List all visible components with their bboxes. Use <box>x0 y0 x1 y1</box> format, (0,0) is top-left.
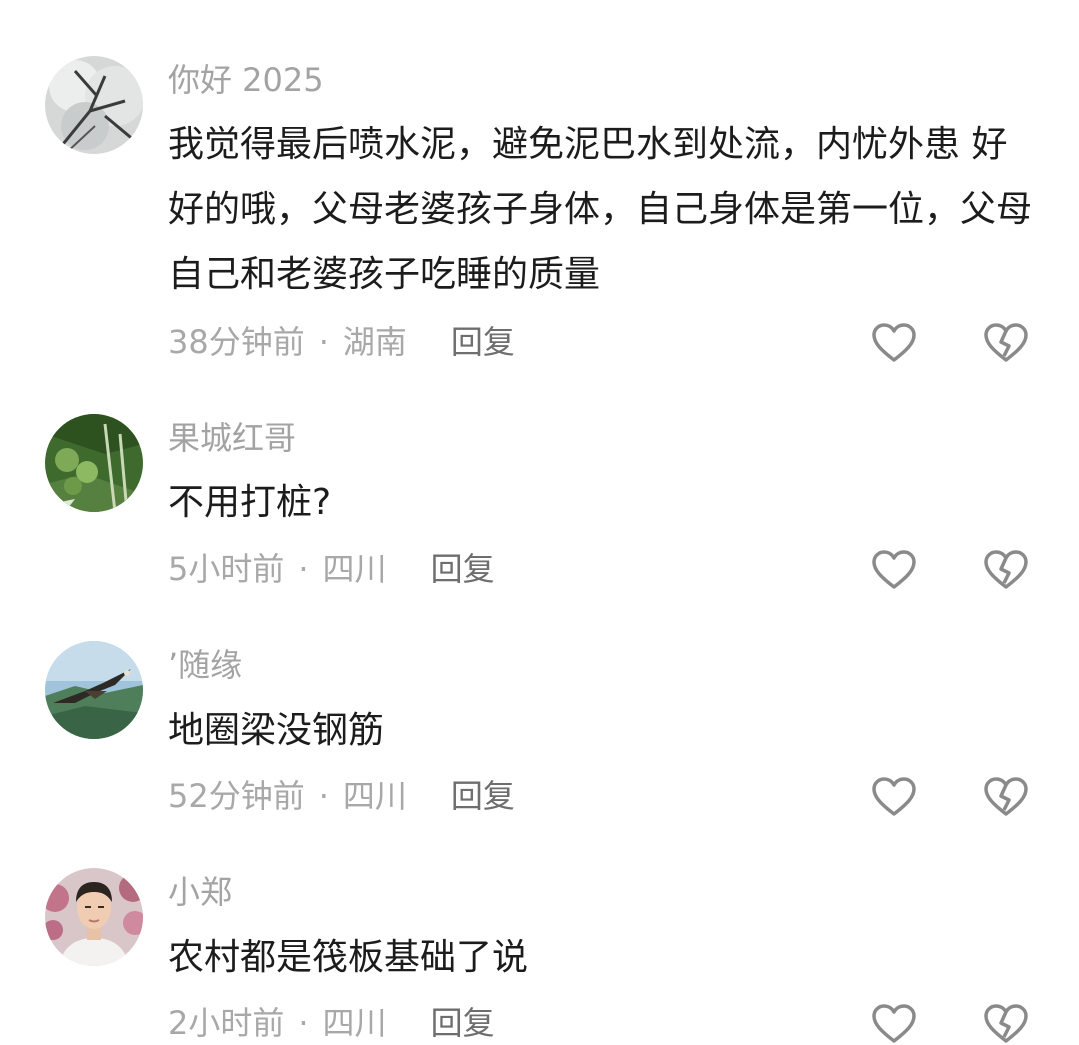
comment-item: 小郑 农村都是筏板基础了说 2小时前 · 四川 回复 <box>0 0 1079 1043</box>
username[interactable]: ’随缘 <box>168 645 242 685</box>
reply-button[interactable]: 回复 <box>431 1004 495 1042</box>
comment-text: 不用打桩? <box>168 482 332 523</box>
username[interactable]: 果城红哥 <box>168 418 296 458</box>
eagle-avatar-icon <box>45 641 143 739</box>
heart-icon[interactable] <box>871 322 917 364</box>
comment-time: 52分钟前 <box>168 777 305 815</box>
comment-meta: 38分钟前 · 湖南 回复 <box>168 322 515 362</box>
heart-icon[interactable] <box>871 549 917 591</box>
reply-button[interactable]: 回复 <box>451 777 515 815</box>
comment-text: 我觉得最后喷水泥，避免泥巴水到处流，内忧外患 好好的哦，父母老婆孩子身体，自己身… <box>168 124 1033 295</box>
broken-heart-icon[interactable] <box>983 549 1029 591</box>
comment-text: 地圈梁没钢筋 <box>168 710 385 751</box>
reply-button[interactable]: 回复 <box>451 323 515 361</box>
comment-meta: 5小时前 · 四川 回复 <box>168 549 495 589</box>
green-fruit-avatar-icon <box>45 414 143 512</box>
user-avatar[interactable] <box>45 56 143 154</box>
heart-icon[interactable] <box>871 776 917 818</box>
separator: · <box>298 1004 309 1042</box>
comment-time: 5小时前 <box>168 550 285 588</box>
separator: · <box>318 777 329 815</box>
comment-meta: 2小时前 · 四川 回复 <box>168 1003 495 1043</box>
comment-location: 湖南 <box>342 323 407 361</box>
comment-text: 农村都是筏板基础了说 <box>168 937 529 978</box>
comment-time: 38分钟前 <box>168 323 305 361</box>
comment-location: 四川 <box>342 777 407 815</box>
comment-location: 四川 <box>322 550 387 588</box>
username[interactable]: 小郑 <box>168 872 232 912</box>
separator: · <box>318 323 329 361</box>
broken-heart-icon[interactable] <box>983 776 1029 818</box>
user-avatar[interactable] <box>45 641 143 739</box>
reply-button[interactable]: 回复 <box>431 550 495 588</box>
comment-item: 你好 2025 我觉得最后喷水泥，避免泥巴水到处流，内忧外患 好好的哦，父母老婆… <box>0 0 1079 390</box>
tree-branch-avatar-icon <box>45 56 143 154</box>
comment-meta: 52分钟前 · 四川 回复 <box>168 776 515 816</box>
separator: · <box>298 550 309 588</box>
comment-location: 四川 <box>322 1004 387 1042</box>
user-avatar[interactable] <box>45 868 143 966</box>
username[interactable]: 你好 2025 <box>168 60 324 100</box>
portrait-avatar-icon <box>45 868 143 966</box>
user-avatar[interactable] <box>45 414 143 512</box>
comment-time: 2小时前 <box>168 1004 285 1042</box>
broken-heart-icon[interactable] <box>983 322 1029 364</box>
